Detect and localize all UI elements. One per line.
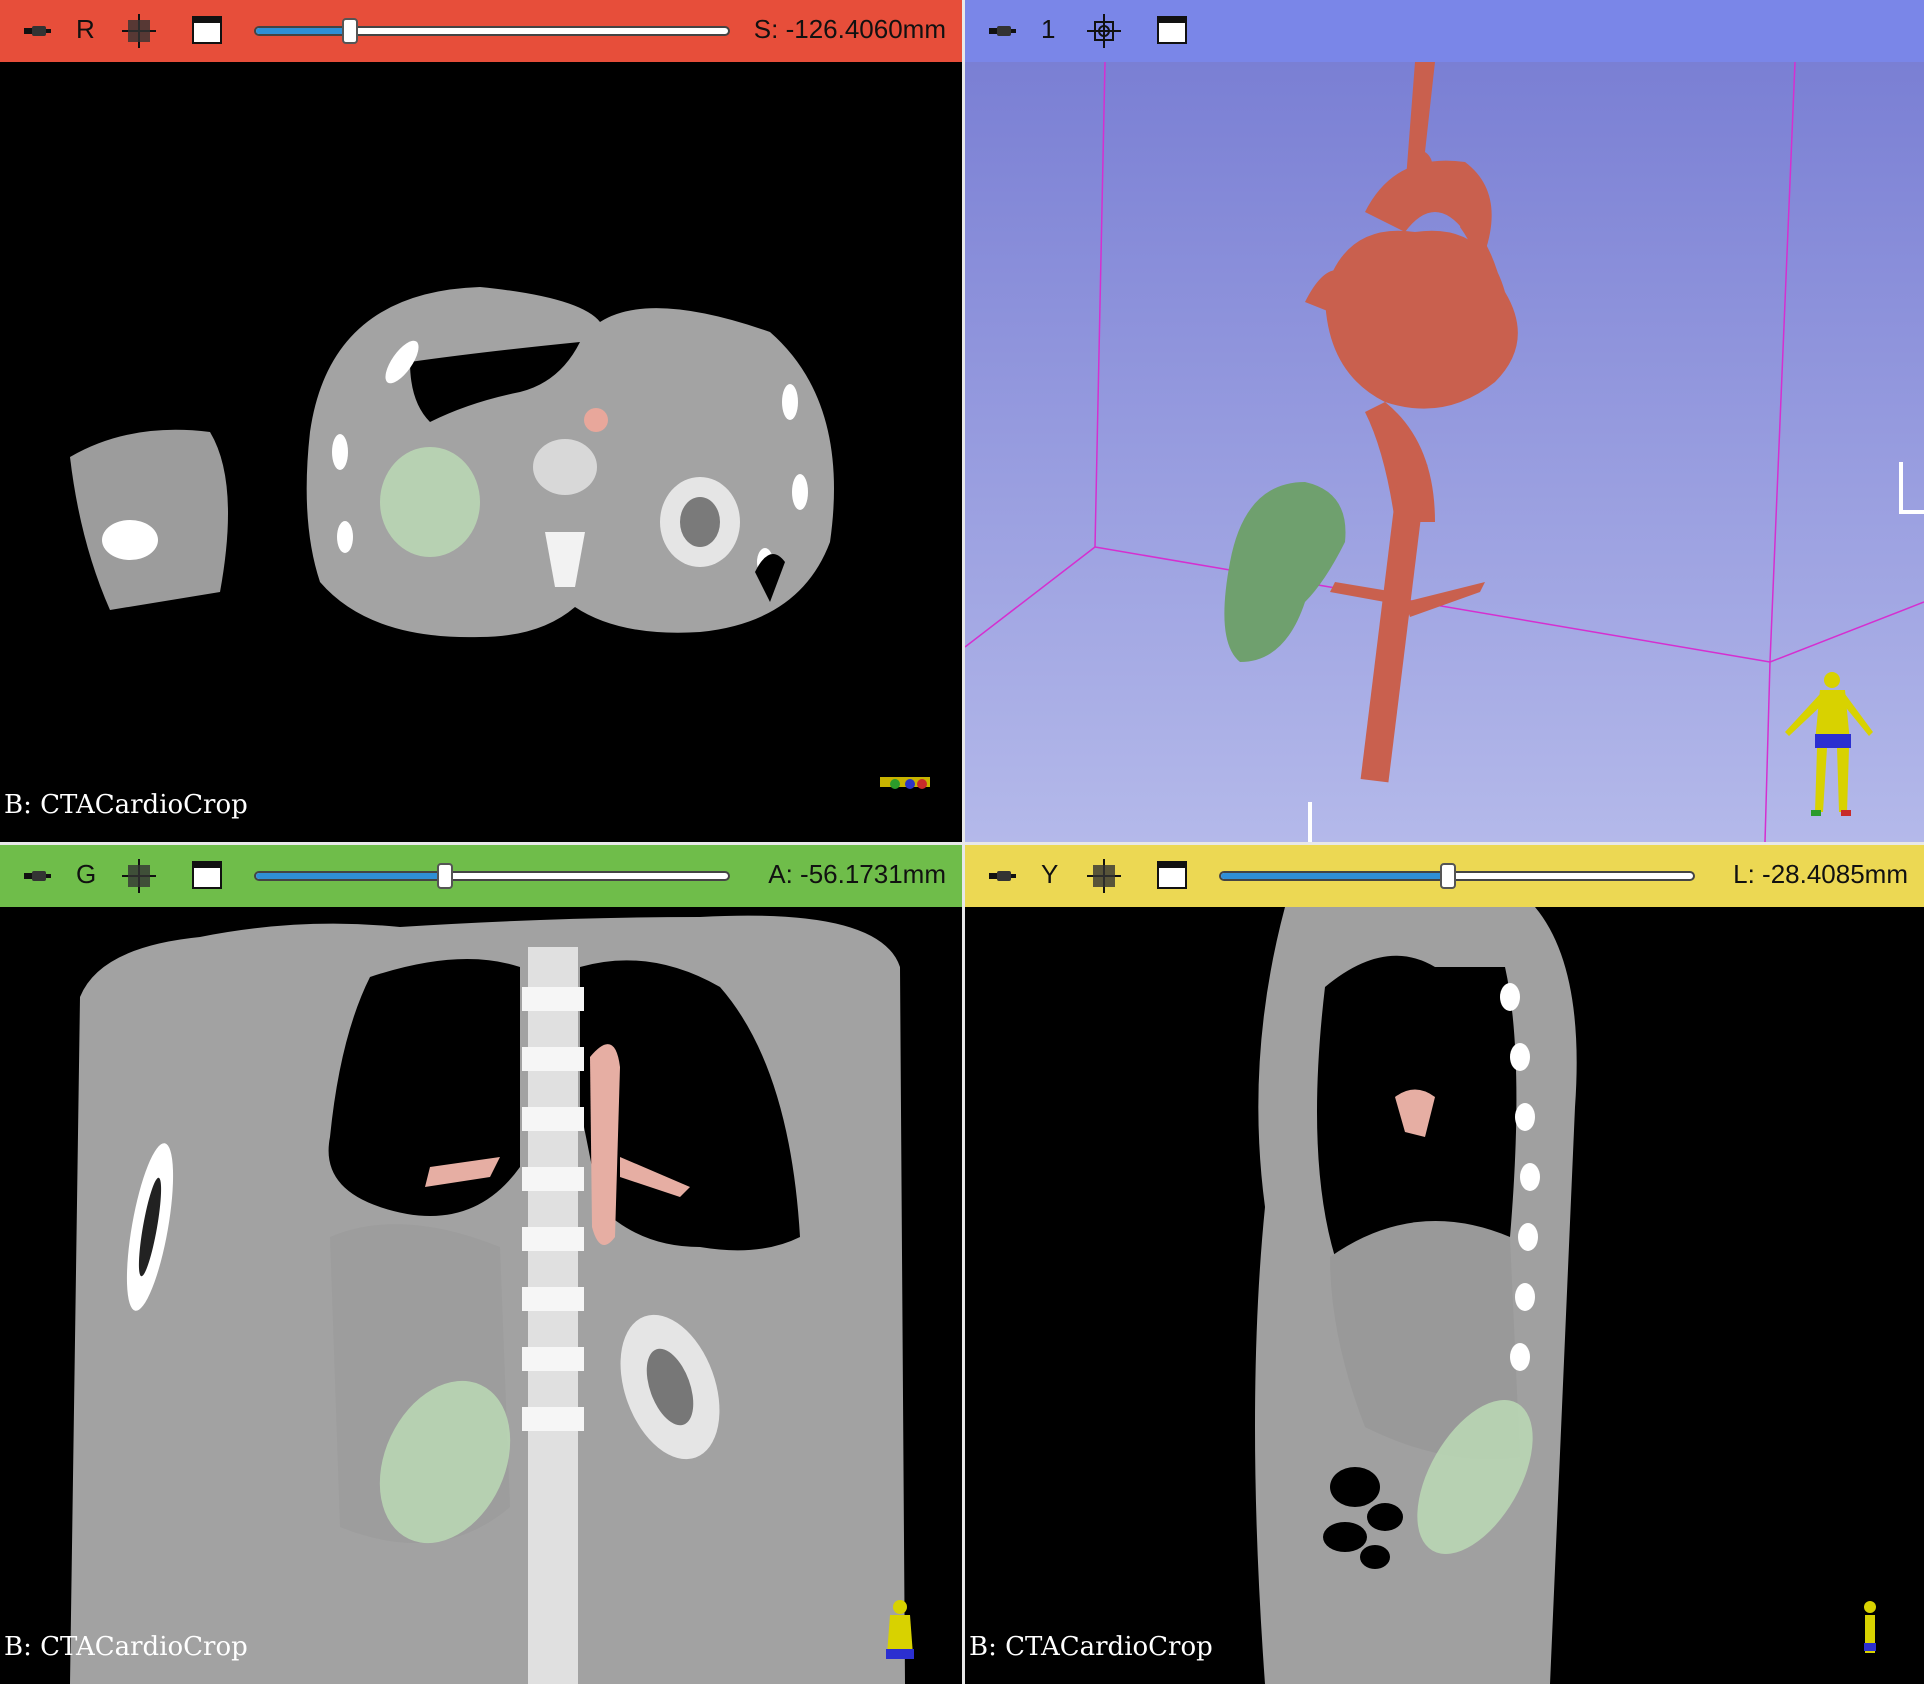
view-grid-icon[interactable] <box>1087 14 1121 48</box>
slice-controller-yellow: Y L: -28.4085mm <box>965 845 1924 907</box>
slice-view-green[interactable]: G A: -56.1731mm B: CTACardioCrop <box>0 845 962 1684</box>
slice-view-yellow[interactable]: Y L: -28.4085mm B: CTACardioCrop <box>965 845 1924 1684</box>
window-icon[interactable] <box>192 16 222 44</box>
window-icon[interactable] <box>192 861 222 889</box>
slice-position-readout: A: -56.1731mm <box>768 859 946 889</box>
coronal-image[interactable]: B: CTACardioCrop <box>0 907 962 1684</box>
sagittal-image[interactable]: B: CTACardioCrop <box>965 907 1924 1684</box>
slice-grid-icon[interactable] <box>122 14 156 48</box>
axial-image[interactable]: B: CTACardioCrop <box>0 62 962 842</box>
slider-handle[interactable] <box>342 18 359 44</box>
pin-icon[interactable] <box>987 22 1017 40</box>
volume-label: B: CTACardioCrop <box>4 1632 248 1662</box>
slice-position-readout: L: -28.4085mm <box>1733 859 1908 889</box>
three-d-view[interactable]: 1 <box>965 0 1924 842</box>
slice-view-red[interactable]: R S: -126.4060mm B: CTACardioCrop <box>0 0 962 842</box>
three-d-render[interactable] <box>965 62 1924 842</box>
orientation-marker-icon <box>880 777 930 789</box>
pin-icon[interactable] <box>22 22 52 40</box>
slice-controller-green: G A: -56.1731mm <box>0 845 962 907</box>
slider-handle[interactable] <box>1439 863 1456 889</box>
pin-icon[interactable] <box>22 867 52 885</box>
pin-icon[interactable] <box>987 867 1017 885</box>
layout-divider-horizontal <box>0 842 1924 845</box>
window-icon[interactable] <box>1157 861 1187 889</box>
slider-handle[interactable] <box>436 863 453 889</box>
slice-grid-icon[interactable] <box>1087 859 1121 893</box>
view-letter[interactable]: R <box>76 14 95 45</box>
slice-offset-slider[interactable] <box>1219 863 1695 889</box>
view-letter[interactable]: 1 <box>1041 14 1055 45</box>
view-letter[interactable]: G <box>76 859 96 890</box>
slice-position-readout: S: -126.4060mm <box>753 14 946 44</box>
volume-label: B: CTACardioCrop <box>969 1632 1213 1662</box>
window-icon[interactable] <box>1157 16 1187 44</box>
view-letter[interactable]: Y <box>1041 859 1058 890</box>
orientation-marker-icon <box>1864 1601 1876 1653</box>
slice-offset-slider[interactable] <box>254 18 730 44</box>
three-d-controller: 1 <box>965 0 1924 62</box>
slice-offset-slider[interactable] <box>254 863 730 889</box>
slice-grid-icon[interactable] <box>122 859 156 893</box>
slice-controller-red: R S: -126.4060mm <box>0 0 962 62</box>
volume-label: B: CTACardioCrop <box>4 790 248 820</box>
